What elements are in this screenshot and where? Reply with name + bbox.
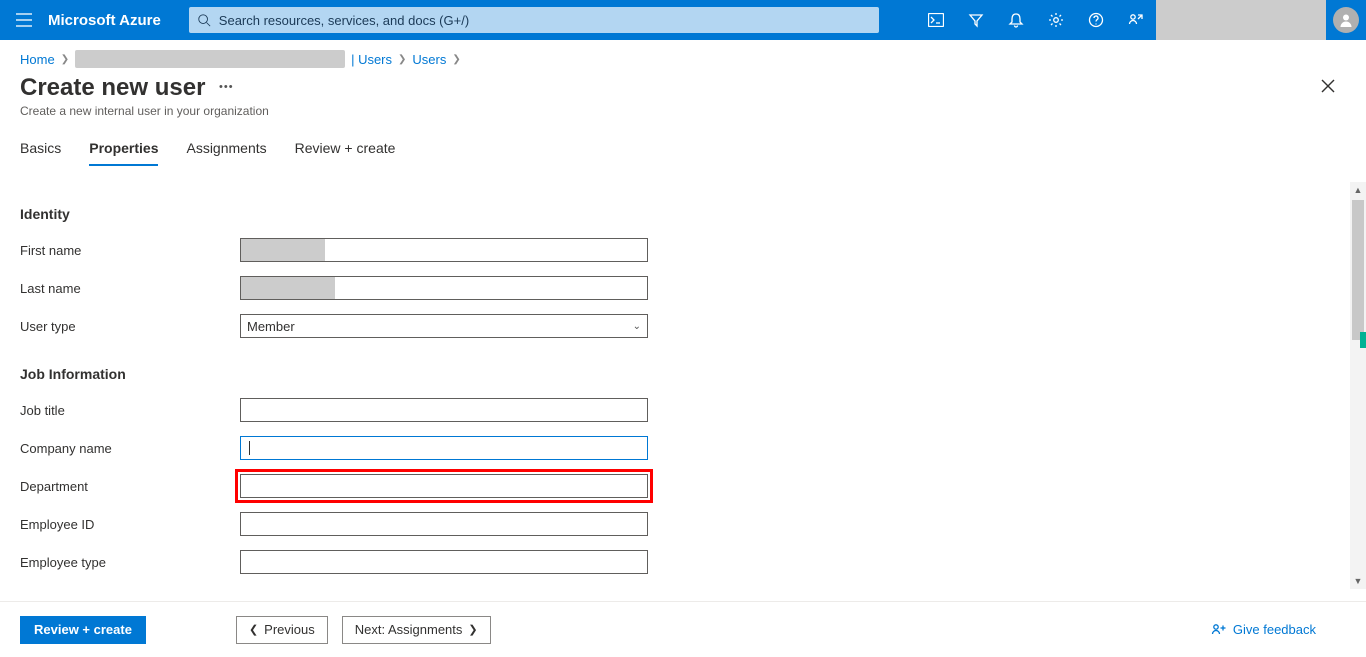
department-label: Department <box>20 479 240 494</box>
give-feedback-label: Give feedback <box>1233 622 1316 637</box>
chevron-down-icon: ⌄ <box>633 321 641 332</box>
hamburger-icon[interactable] <box>0 0 48 40</box>
last-name-field[interactable] <box>240 276 648 300</box>
tab-basics[interactable]: Basics <box>20 140 61 166</box>
user-type-select[interactable]: Member ⌄ <box>240 314 648 338</box>
employee-id-label: Employee ID <box>20 517 240 532</box>
text-caret <box>249 441 250 455</box>
company-name-field[interactable] <box>240 436 648 460</box>
scrollbar[interactable]: ▲ ▼ <box>1350 182 1366 589</box>
breadcrumb-users1[interactable]: | Users <box>351 52 392 67</box>
footer: Review + create ❮ Previous Next: Assignm… <box>0 601 1366 657</box>
section-title-identity: Identity <box>20 206 1346 222</box>
chevron-right-icon: ❯ <box>398 54 406 65</box>
first-name-label: First name <box>20 243 240 258</box>
next-button[interactable]: Next: Assignments ❯ <box>342 616 491 644</box>
settings-gear-icon[interactable] <box>1036 0 1076 40</box>
top-bar: Microsoft Azure Search resources, servic… <box>0 0 1366 40</box>
breadcrumb: Home ❯ | Users ❯ Users ❯ <box>0 40 1366 68</box>
tab-properties[interactable]: Properties <box>89 140 158 166</box>
department-field[interactable] <box>240 474 648 498</box>
account-redacted <box>1156 0 1326 40</box>
review-create-button[interactable]: Review + create <box>20 616 146 644</box>
search-placeholder: Search resources, services, and docs (G+… <box>219 13 469 28</box>
section-title-job: Job Information <box>20 366 1346 382</box>
side-indicator <box>1360 332 1366 348</box>
tab-review-create[interactable]: Review + create <box>295 140 396 166</box>
page-subtitle: Create a new internal user in your organ… <box>20 104 1346 118</box>
form-scroll-area: Identity First name Last name User type … <box>0 182 1366 589</box>
tab-row: Basics Properties Assignments Review + c… <box>20 140 1346 166</box>
last-name-label: Last name <box>20 281 240 296</box>
first-name-field[interactable] <box>240 238 648 262</box>
help-icon[interactable] <box>1076 0 1116 40</box>
chevron-right-icon: ❯ <box>61 54 69 65</box>
employee-type-field[interactable] <box>240 550 648 574</box>
scroll-thumb[interactable] <box>1352 200 1364 340</box>
job-title-label: Job title <box>20 403 240 418</box>
give-feedback-link[interactable]: Give feedback <box>1211 622 1316 638</box>
global-search-input[interactable]: Search resources, services, and docs (G+… <box>189 7 879 33</box>
tab-assignments[interactable]: Assignments <box>186 140 266 166</box>
user-type-label: User type <box>20 319 240 334</box>
chevron-right-icon: ❯ <box>468 623 477 636</box>
employee-id-field[interactable] <box>240 512 648 536</box>
breadcrumb-redacted[interactable] <box>75 50 345 68</box>
previous-button[interactable]: ❮ Previous <box>236 616 328 644</box>
job-title-field[interactable] <box>240 398 648 422</box>
page-header: Create new user ••• Create a new interna… <box>0 68 1366 118</box>
chevron-right-icon: ❯ <box>452 54 460 65</box>
avatar[interactable] <box>1326 0 1366 40</box>
company-name-label: Company name <box>20 441 240 456</box>
cloudshell-icon[interactable] <box>916 0 956 40</box>
brand-label[interactable]: Microsoft Azure <box>48 12 161 29</box>
filter-icon[interactable] <box>956 0 996 40</box>
feedback-icon[interactable] <box>1116 0 1156 40</box>
employee-type-label: Employee type <box>20 555 240 570</box>
notifications-icon[interactable] <box>996 0 1036 40</box>
user-type-value: Member <box>247 319 295 334</box>
more-ellipsis-icon[interactable]: ••• <box>219 81 234 93</box>
breadcrumb-home[interactable]: Home <box>20 52 55 67</box>
top-icon-bar <box>916 0 1156 40</box>
scroll-up-arrow-icon[interactable]: ▲ <box>1350 182 1366 198</box>
breadcrumb-users2[interactable]: Users <box>412 52 446 67</box>
close-icon[interactable] <box>1318 76 1338 96</box>
form: Identity First name Last name User type … <box>0 182 1366 589</box>
chevron-left-icon: ❮ <box>249 623 258 636</box>
page-title: Create new user <box>20 74 205 102</box>
scroll-down-arrow-icon[interactable]: ▼ <box>1350 573 1366 589</box>
